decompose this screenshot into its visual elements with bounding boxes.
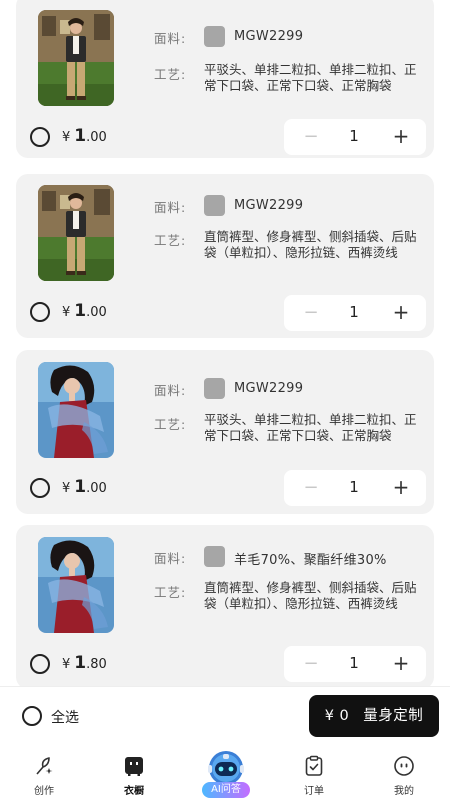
- fabric-swatch: [204, 195, 225, 216]
- currency-symbol: ¥: [62, 657, 71, 672]
- tab-ai-label: AI问答: [202, 782, 250, 798]
- fabric-value: MGW2299: [234, 198, 304, 213]
- price-integer: 1: [74, 301, 87, 321]
- price-decimal: .00: [86, 305, 107, 320]
- price-integer: 1: [74, 477, 87, 497]
- fabric-value: 羊毛70%、聚酯纤维30%: [234, 553, 387, 568]
- product-image[interactable]: [38, 537, 114, 633]
- man-in-suit-image: [38, 185, 114, 281]
- tab-orders[interactable]: 订单: [284, 754, 344, 797]
- fabric-value: MGW2299: [234, 381, 304, 396]
- quantity-stepper: − 1 +: [284, 119, 426, 155]
- increase-quantity-button[interactable]: +: [390, 476, 412, 498]
- craft-value: 平驳头、单排二粒扣、单排二粒扣、正常下口袋、正常下口袋、正常胸袋: [204, 412, 417, 443]
- checkout-label: 量身定制: [363, 708, 424, 724]
- bottom-tab-bar: 创作 衣橱 AI问答 订单 我的: [0, 744, 450, 800]
- price-integer: 1: [74, 653, 87, 673]
- tab-ai-assistant[interactable]: AI问答: [198, 750, 254, 800]
- cart-item: 面料: MGW2299 工艺: 平驳头、单排二粒扣、单排二粒扣、正常下口袋、正常…: [16, 0, 434, 158]
- tab-wardrobe[interactable]: 衣橱: [104, 754, 164, 797]
- product-image[interactable]: [38, 362, 114, 458]
- craft-label: 工艺:: [154, 67, 187, 82]
- fabric-value: MGW2299: [234, 29, 304, 44]
- cart-item: 面料: 羊毛70%、聚酯纤维30% 工艺: 直筒裤型、修身裤型、侧斜插袋、后贴袋…: [16, 525, 434, 686]
- product-image[interactable]: [38, 185, 114, 281]
- cart-item: 面料: MGW2299 工艺: 平驳头、单排二粒扣、单排二粒扣、正常下口袋、正常…: [16, 350, 434, 514]
- quantity-stepper: − 1 +: [284, 470, 426, 506]
- decrease-quantity-button[interactable]: −: [300, 653, 322, 675]
- item-select-radio[interactable]: [30, 127, 50, 147]
- fabric-swatch: [204, 378, 225, 399]
- fabric-label: 面料:: [154, 551, 187, 566]
- robot-icon: [208, 751, 244, 785]
- quantity-value[interactable]: 1: [342, 303, 366, 321]
- wardrobe-icon: [125, 757, 143, 776]
- increase-quantity-button[interactable]: +: [390, 652, 412, 674]
- tab-orders-label: 订单: [304, 786, 324, 797]
- price-decimal: .80: [86, 657, 107, 672]
- tab-mine[interactable]: 我的: [374, 754, 434, 797]
- increase-quantity-button[interactable]: +: [390, 301, 412, 323]
- man-in-suit-image: [38, 10, 114, 106]
- woman-in-red-dress-image: [38, 537, 114, 633]
- tab-wardrobe-label: 衣橱: [124, 786, 144, 797]
- item-price: ¥1.00: [62, 301, 107, 321]
- fabric-label: 面料:: [154, 31, 187, 46]
- craft-value: 平驳头、单排二粒扣、单排二粒扣、正常下口袋、正常下口袋、正常胸袋: [204, 62, 417, 93]
- item-price: ¥1.00: [62, 126, 107, 146]
- craft-label: 工艺:: [154, 417, 187, 432]
- price-integer: 1: [74, 126, 87, 146]
- item-select-radio[interactable]: [30, 302, 50, 322]
- decrease-quantity-button[interactable]: −: [300, 126, 322, 148]
- item-price: ¥1.00: [62, 477, 107, 497]
- fabric-label: 面料:: [154, 200, 187, 215]
- total-price: ¥ 0: [324, 708, 350, 724]
- fabric-swatch: [204, 26, 225, 47]
- product-image[interactable]: [38, 10, 114, 106]
- decrease-quantity-button[interactable]: −: [300, 477, 322, 499]
- cart-item: 面料: MGW2299 工艺: 直筒裤型、修身裤型、侧斜插袋、后贴袋（单粒扣）、…: [16, 174, 434, 338]
- craft-label: 工艺:: [154, 585, 187, 600]
- craft-value: 直筒裤型、修身裤型、侧斜插袋、后贴袋（单粒扣）、隐形拉链、西裤烫线: [204, 580, 417, 611]
- quantity-value[interactable]: 1: [342, 478, 366, 496]
- craft-value: 直筒裤型、修身裤型、侧斜插袋、后贴袋（单粒扣）、隐形拉链、西裤烫线: [204, 229, 417, 260]
- tab-create-label: 创作: [34, 786, 54, 797]
- checkout-bar: 全选 ¥ 0 量身定制: [0, 686, 450, 744]
- currency-symbol: ¥: [62, 481, 71, 496]
- profile-face-icon: [394, 756, 414, 776]
- tab-create[interactable]: 创作: [14, 754, 74, 797]
- tab-mine-label: 我的: [394, 786, 414, 797]
- item-select-radio[interactable]: [30, 654, 50, 674]
- quantity-value[interactable]: 1: [342, 654, 366, 672]
- decrease-quantity-button[interactable]: −: [300, 302, 322, 324]
- increase-quantity-button[interactable]: +: [390, 125, 412, 147]
- feather-pen-icon: [36, 757, 53, 775]
- item-price: ¥1.80: [62, 653, 107, 673]
- custom-tailoring-button[interactable]: ¥ 0 量身定制: [309, 695, 439, 737]
- currency-symbol: ¥: [62, 305, 71, 320]
- quantity-stepper: − 1 +: [284, 646, 426, 682]
- fabric-label: 面料:: [154, 383, 187, 398]
- craft-label: 工艺:: [154, 233, 187, 248]
- cart-list: 面料: MGW2299 工艺: 平驳头、单排二粒扣、单排二粒扣、正常下口袋、正常…: [0, 0, 450, 686]
- select-all-label[interactable]: 全选: [51, 707, 79, 727]
- quantity-value[interactable]: 1: [342, 127, 366, 145]
- fabric-swatch: [204, 546, 225, 567]
- currency-symbol: ¥: [62, 130, 71, 145]
- clipboard-check-icon: [305, 755, 323, 776]
- item-select-radio[interactable]: [30, 478, 50, 498]
- select-all-radio[interactable]: [22, 706, 42, 726]
- price-decimal: .00: [86, 481, 107, 496]
- woman-in-red-dress-image: [38, 362, 114, 458]
- quantity-stepper: − 1 +: [284, 295, 426, 331]
- price-decimal: .00: [86, 130, 107, 145]
